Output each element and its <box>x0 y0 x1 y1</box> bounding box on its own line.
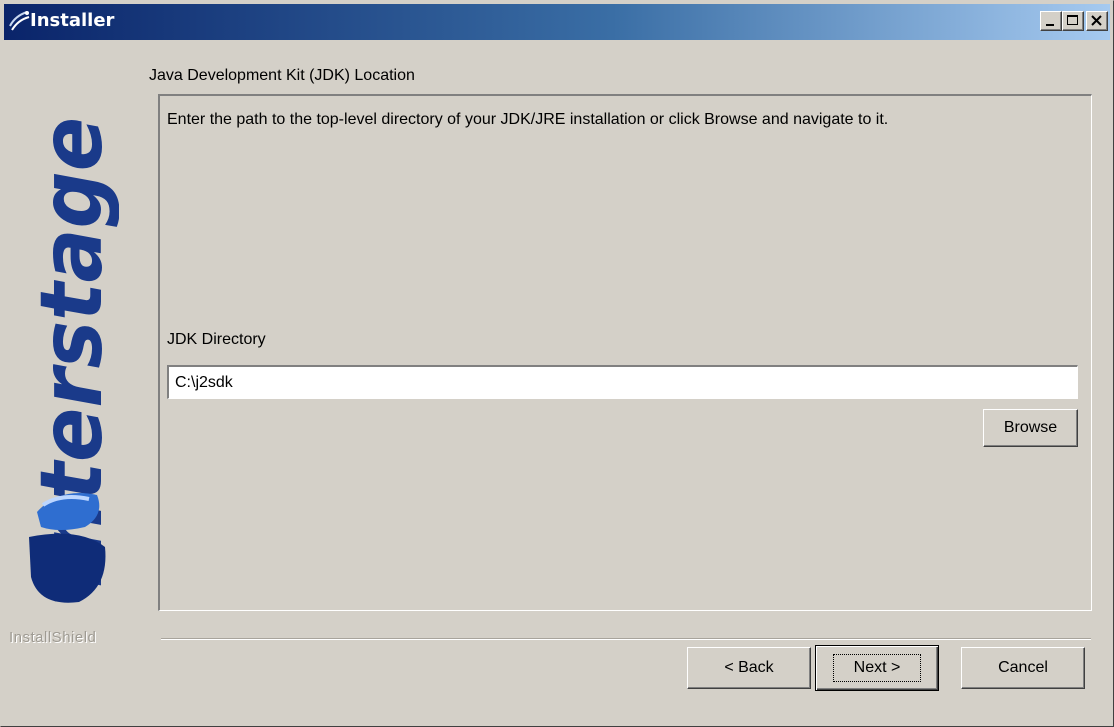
cancel-button[interactable]: Cancel <box>961 647 1085 689</box>
maximize-button[interactable] <box>1062 11 1084 31</box>
installer-window: Installer Interstage Java Development Ki… <box>0 0 1114 727</box>
back-button[interactable]: < Back <box>687 647 811 689</box>
footer-divider <box>161 638 1091 640</box>
close-icon <box>1091 15 1102 26</box>
minimize-button[interactable] <box>1040 11 1062 31</box>
maximize-icon <box>1067 15 1078 25</box>
next-button[interactable]: Next > <box>815 645 939 691</box>
page-title: Java Development Kit (JDK) Location <box>149 67 415 84</box>
jdk-directory-input[interactable] <box>167 365 1078 399</box>
browse-button[interactable]: Browse <box>983 409 1078 447</box>
close-button[interactable] <box>1086 11 1108 31</box>
instructions-text: Enter the path to the top-level director… <box>167 111 889 128</box>
title-bar[interactable]: Installer <box>4 4 1110 40</box>
next-button-label: Next > <box>832 654 922 682</box>
installshield-label: InstallShield <box>9 629 97 646</box>
content-panel <box>158 94 1092 611</box>
minimize-icon <box>1046 24 1054 26</box>
window-title: Installer <box>30 10 115 31</box>
interstage-logo: Interstage <box>22 117 119 603</box>
jdk-directory-label: JDK Directory <box>167 331 266 348</box>
